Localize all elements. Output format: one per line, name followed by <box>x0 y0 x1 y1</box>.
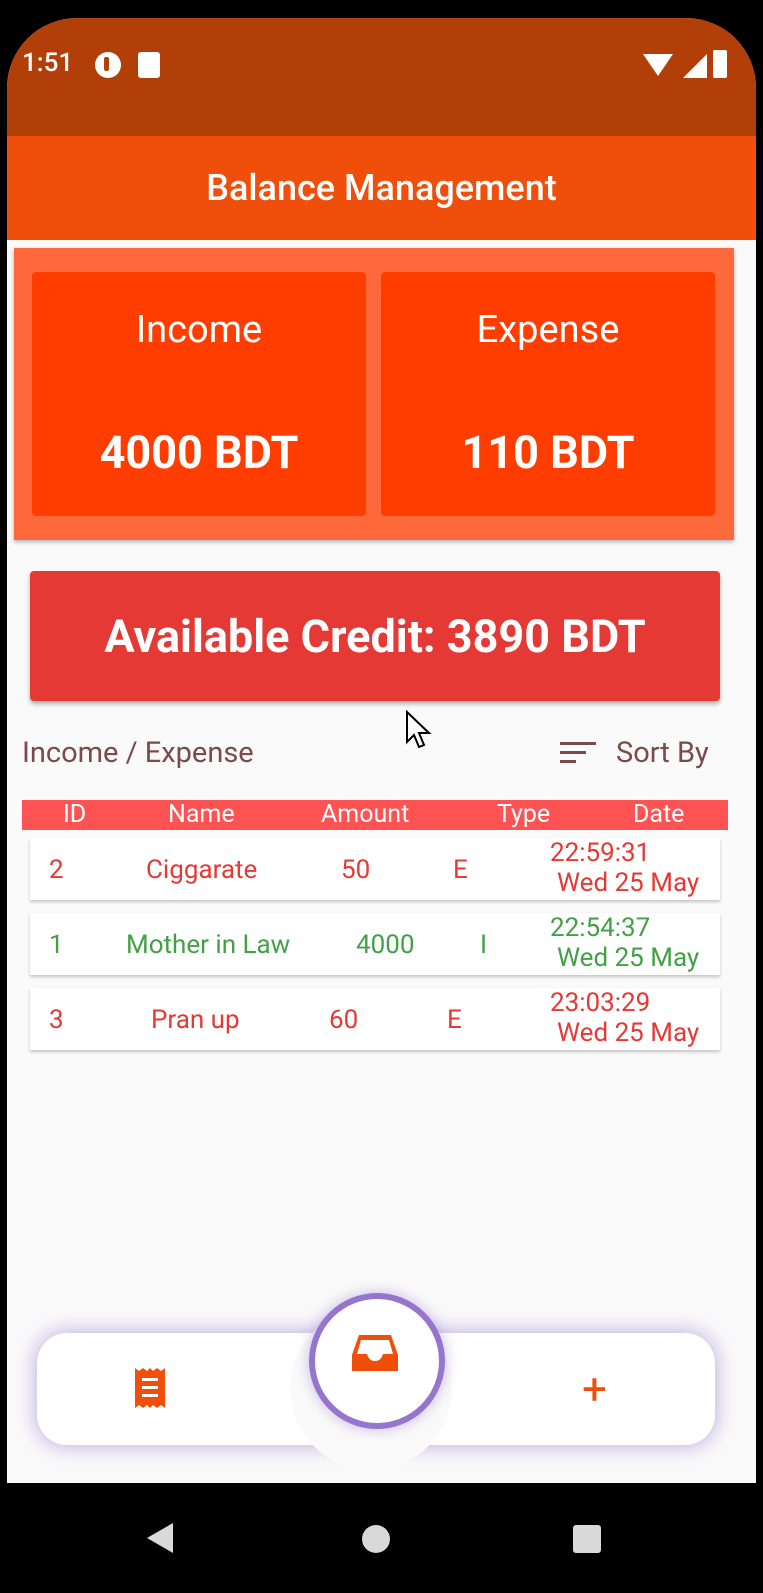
row-type: E <box>453 855 468 885</box>
app-title: Balance Management <box>206 167 557 209</box>
summary-panel: Income 4000 BDT Expense 110 BDT <box>14 248 734 540</box>
table-row[interactable]: 3 Pran up 60 E 23:03:29 Wed 25 May <box>30 988 720 1050</box>
row-amount: 60 <box>329 1005 359 1035</box>
wifi-icon <box>643 54 673 76</box>
header-name: Name <box>168 800 235 829</box>
status-time: 1:51 <box>22 48 74 78</box>
row-id: 2 <box>49 855 64 885</box>
row-name: Mother in Law <box>126 930 291 960</box>
plus-icon[interactable]: + <box>582 1367 607 1411</box>
row-id: 1 <box>49 930 64 960</box>
back-icon[interactable] <box>147 1523 173 1553</box>
expense-label: Expense <box>476 308 620 352</box>
table-row[interactable]: 1 Mother in Law 4000 I 22:54:37 Wed 25 M… <box>30 913 720 975</box>
income-card: Income 4000 BDT <box>32 272 366 516</box>
expense-value: 110 BDT <box>461 426 635 479</box>
inbox-icon <box>352 1335 398 1371</box>
table-header: ID Name Amount Type Date <box>22 800 728 830</box>
sort-icon <box>560 740 596 766</box>
available-credit-banner: Available Credit: 3890 BDT <box>30 571 720 701</box>
row-type: E <box>447 1005 462 1035</box>
available-credit-text: Available Credit: 3890 BDT <box>104 609 646 663</box>
row-date: Wed 25 May <box>557 868 700 898</box>
sort-by-label: Sort By <box>616 736 709 770</box>
header-type: Type <box>497 800 551 829</box>
row-name: Ciggarate <box>146 855 258 885</box>
table-row[interactable]: 2 Ciggarate 50 E 22:59:31 Wed 25 May <box>30 838 720 900</box>
system-nav-bar <box>7 1483 756 1593</box>
home-icon[interactable] <box>362 1525 390 1553</box>
row-date: Wed 25 May <box>557 1018 700 1048</box>
mouse-cursor-icon <box>406 710 432 749</box>
recent-apps-icon[interactable] <box>573 1525 601 1553</box>
sort-by-button[interactable]: Sort By <box>560 736 709 770</box>
income-label: Income <box>135 308 263 352</box>
header-id: ID <box>63 800 87 829</box>
income-value: 4000 BDT <box>99 426 299 479</box>
row-name: Pran up <box>151 1005 240 1035</box>
expense-card: Expense 110 BDT <box>381 272 715 516</box>
row-id: 3 <box>49 1005 64 1035</box>
row-amount: 4000 <box>356 930 415 960</box>
row-time: 23:03:29 <box>550 988 651 1018</box>
row-amount: 50 <box>341 855 371 885</box>
status-bar: 1:51 <box>7 18 756 136</box>
list-title: Income / Expense <box>22 736 254 770</box>
notification-icon <box>95 52 121 78</box>
app-bar: Balance Management <box>7 136 756 240</box>
receipt-icon[interactable] <box>133 1366 167 1410</box>
row-date: Wed 25 May <box>557 943 700 973</box>
row-type: I <box>480 930 488 960</box>
sd-card-icon <box>138 52 160 78</box>
row-time: 22:54:37 <box>550 913 651 943</box>
header-amount: Amount <box>321 800 410 829</box>
battery-icon <box>713 50 727 78</box>
signal-icon <box>683 54 707 78</box>
phone-screen: 1:51 Balance Management Income 4000 BDT … <box>7 18 756 1593</box>
header-date: Date <box>633 800 685 829</box>
row-time: 22:59:31 <box>550 838 651 868</box>
